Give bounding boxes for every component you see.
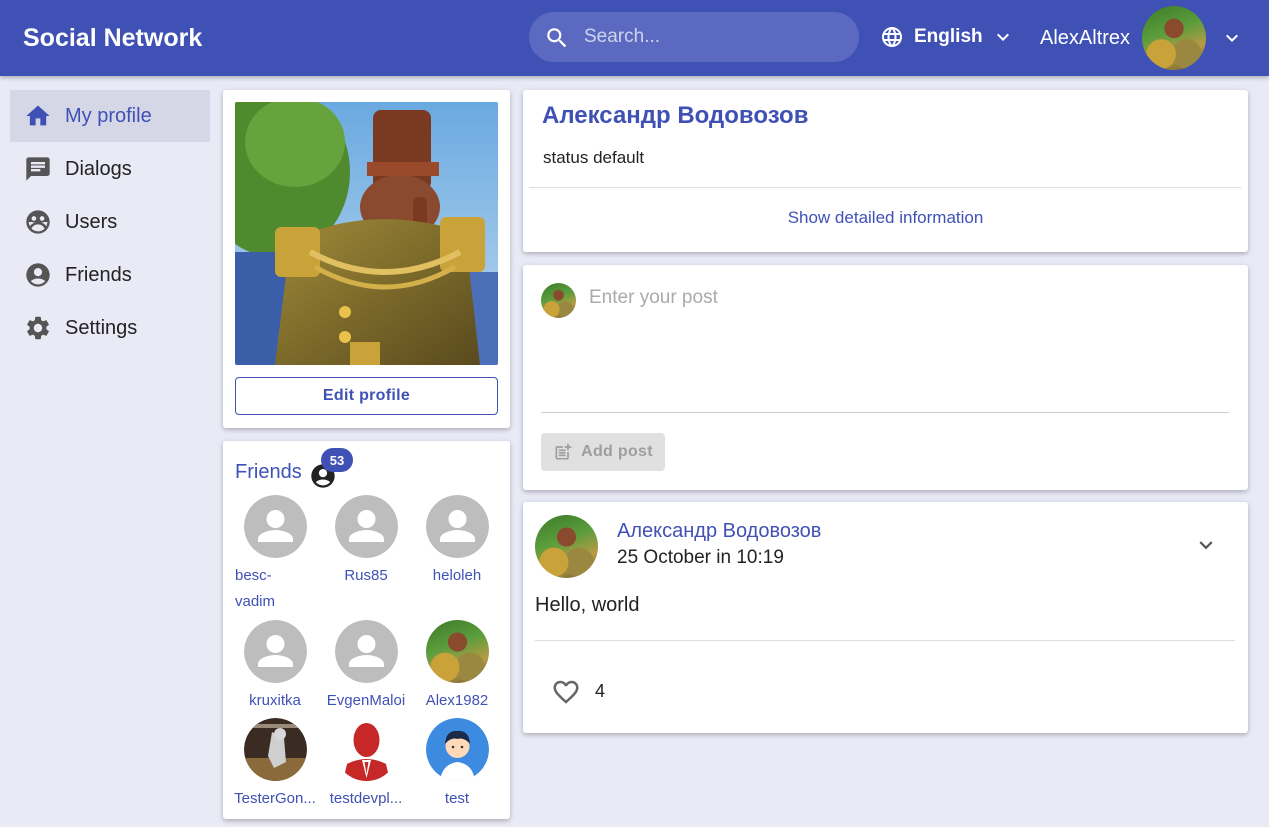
user-menu[interactable]: AlexAltrex bbox=[1040, 6, 1244, 70]
language-selector[interactable]: English bbox=[880, 22, 1015, 52]
default-avatar-icon bbox=[243, 495, 307, 558]
search-icon bbox=[547, 28, 567, 48]
friend-name: kruxitka bbox=[249, 692, 301, 709]
friend-avatar bbox=[425, 620, 489, 683]
sidebar-item-settings[interactable]: Settings bbox=[10, 302, 210, 354]
gear-icon bbox=[24, 314, 52, 342]
friend-item[interactable]: TesterGon... bbox=[231, 718, 319, 812]
users-icon bbox=[24, 208, 52, 236]
chat-icon bbox=[24, 155, 52, 183]
sidebar-nav: My profile Dialogs Users Friends Setting… bbox=[10, 90, 210, 355]
post-add-icon bbox=[555, 443, 572, 460]
app-bar: Social Network English AlexAltrex bbox=[0, 0, 1269, 76]
cartoon-avatar bbox=[425, 718, 489, 781]
friend-avatar bbox=[243, 718, 307, 781]
friend-name: EvgenMaloi bbox=[326, 692, 406, 709]
brand-title[interactable]: Social Network bbox=[23, 24, 202, 53]
edit-profile-button[interactable]: Edit profile bbox=[235, 377, 498, 415]
sidebar-item-label: Friends bbox=[65, 263, 132, 286]
friends-card: Friends 53 besc-vadimbesc-vadim Rus85 he… bbox=[223, 441, 510, 819]
user-avatar bbox=[1142, 6, 1207, 70]
friend-name: testdevpl... bbox=[329, 790, 403, 807]
friend-name: Rus85 bbox=[344, 567, 388, 584]
default-avatar-icon bbox=[243, 620, 307, 683]
friend-name: Alex1982 bbox=[425, 692, 489, 709]
add-post-button[interactable]: Add post bbox=[541, 433, 665, 471]
username-label: AlexAltrex bbox=[1040, 26, 1131, 49]
post-text: Hello, world bbox=[535, 594, 640, 616]
friend-name: besc-vadimbesc-vadim bbox=[235, 567, 276, 610]
friend-name: TesterGon... bbox=[234, 790, 316, 807]
post-author-avatar[interactable] bbox=[535, 515, 598, 578]
show-details-link[interactable]: Show detailed information bbox=[523, 208, 1248, 228]
friends-title[interactable]: Friends bbox=[235, 461, 302, 484]
friend-item[interactable]: Alex1982 bbox=[413, 620, 501, 714]
profile-photo-card: Edit profile bbox=[223, 90, 510, 428]
post-author-name[interactable]: Александр Водовозов bbox=[617, 520, 821, 543]
like-count: 4 bbox=[595, 681, 606, 701]
friend-item[interactable]: testdevpl... bbox=[322, 718, 410, 812]
sidebar-item-label: Users bbox=[65, 210, 118, 233]
chevron-down-icon[interactable] bbox=[1193, 532, 1219, 558]
sidebar-item-label: Settings bbox=[65, 316, 138, 339]
sidebar-item-label: My profile bbox=[65, 104, 152, 127]
profile-photo bbox=[235, 102, 498, 365]
post-card: Александр Водовозов 25 October in 10:19 … bbox=[523, 502, 1248, 733]
divider bbox=[535, 640, 1235, 641]
sidebar-item-users[interactable]: Users bbox=[10, 196, 210, 248]
friend-item[interactable]: test bbox=[413, 718, 501, 812]
friend-item[interactable]: EvgenMaloi bbox=[322, 620, 410, 714]
profile-name: Александр Водовозов bbox=[542, 102, 809, 129]
profile-info-card: Александр Водовозов status default Show … bbox=[523, 90, 1248, 252]
add-post-label: Add post bbox=[581, 443, 653, 460]
post-input[interactable] bbox=[589, 287, 1229, 407]
language-label: English bbox=[914, 26, 983, 47]
account-circle-icon bbox=[24, 261, 52, 289]
chevron-down-icon bbox=[991, 25, 1015, 49]
friends-count-badge: 53 bbox=[321, 448, 353, 472]
friend-item[interactable]: kruxitka bbox=[231, 620, 319, 714]
friend-name: test bbox=[444, 790, 470, 807]
friend-name: heloleh bbox=[432, 567, 482, 584]
search-box[interactable] bbox=[529, 12, 859, 62]
heart-icon[interactable] bbox=[551, 677, 581, 707]
red-silhouette-avatar bbox=[334, 718, 398, 781]
default-avatar-icon bbox=[425, 495, 489, 558]
sidebar-item-my-profile[interactable]: My profile bbox=[10, 90, 210, 142]
new-post-card: Add post bbox=[523, 265, 1248, 490]
divider bbox=[541, 412, 1229, 413]
sidebar-item-dialogs[interactable]: Dialogs bbox=[10, 143, 210, 195]
globe-icon bbox=[880, 25, 904, 49]
friend-item[interactable]: besc-vadimbesc-vadim bbox=[231, 495, 319, 615]
home-icon bbox=[24, 102, 52, 130]
post-date: 25 October in 10:19 bbox=[617, 547, 784, 568]
search-input[interactable] bbox=[584, 22, 844, 52]
chevron-down-icon bbox=[1220, 26, 1244, 50]
user-avatar bbox=[541, 283, 576, 318]
friend-item[interactable]: heloleh bbox=[413, 495, 501, 589]
sidebar-item-friends[interactable]: Friends bbox=[10, 249, 210, 301]
divider bbox=[529, 187, 1241, 188]
sidebar-item-label: Dialogs bbox=[65, 157, 132, 180]
profile-status[interactable]: status default bbox=[543, 148, 644, 168]
default-avatar-icon bbox=[334, 495, 398, 558]
friend-item[interactable]: Rus85 bbox=[322, 495, 410, 589]
default-avatar-icon bbox=[334, 620, 398, 683]
